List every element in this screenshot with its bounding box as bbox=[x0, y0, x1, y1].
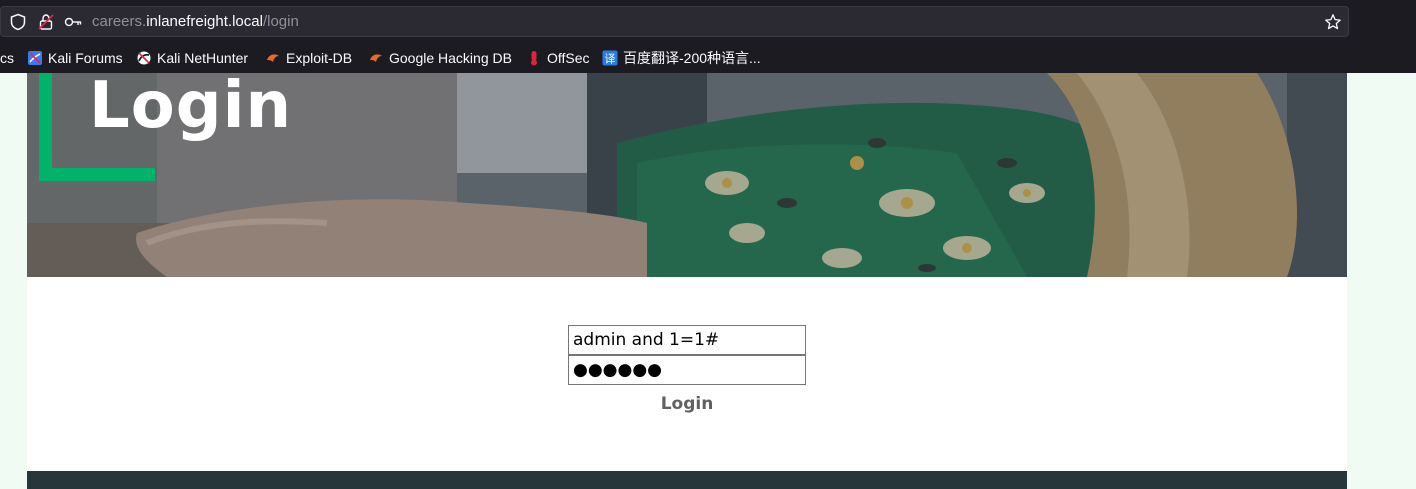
url-bar[interactable]: careers.inlanefreight.local/login bbox=[0, 6, 1349, 37]
baidu-translate-icon: 译 bbox=[602, 50, 618, 66]
offsec-icon bbox=[531, 51, 537, 66]
page-content: Login admin and 1=1# ●●●●●● Login bbox=[27, 73, 1347, 489]
bookmark-label: Kali Forums bbox=[48, 50, 123, 66]
bookmark-star-icon[interactable] bbox=[1324, 13, 1342, 31]
kali-forums-icon bbox=[28, 51, 42, 65]
ghdb-icon bbox=[370, 54, 382, 62]
browser-toolbar: careers.inlanefreight.local/login bbox=[0, 0, 1416, 42]
bookmark-label: Google Hacking DB bbox=[389, 50, 512, 66]
key-icon[interactable] bbox=[64, 13, 82, 31]
exploit-db-icon bbox=[267, 54, 279, 62]
bookmark-baidu-translate[interactable]: 译 百度翻译-200种语言... bbox=[602, 48, 761, 68]
bookmark-label: Exploit-DB bbox=[286, 50, 353, 66]
bookmark-kali-nethunter[interactable]: Kali NetHunter bbox=[136, 48, 248, 68]
insecure-lock-icon[interactable] bbox=[37, 13, 55, 31]
bookmarks-toolbar: cs Kali Forums Kali NetHunter Exploit-DB… bbox=[0, 42, 1416, 73]
bookmark-google-hacking-db[interactable]: Google Hacking DB bbox=[368, 48, 512, 68]
svg-text:译: 译 bbox=[605, 53, 616, 66]
url-path: /login bbox=[262, 13, 299, 30]
title-accent-horizontal bbox=[39, 168, 155, 181]
title-accent-vertical bbox=[39, 73, 52, 181]
bookmark-kali-forums[interactable]: Kali Forums bbox=[27, 48, 123, 68]
password-input[interactable]: ●●●●●● bbox=[568, 355, 806, 385]
username-input[interactable]: admin and 1=1# bbox=[568, 325, 806, 355]
login-form: admin and 1=1# ●●●●●● Login bbox=[568, 325, 806, 414]
bookmark-label: 百度翻译-200种语言... bbox=[623, 50, 761, 66]
bookmark-cs[interactable]: cs bbox=[0, 48, 14, 68]
url-domain: inlanefreight.local bbox=[146, 13, 263, 30]
hero-banner: Login bbox=[27, 73, 1347, 277]
shield-icon[interactable] bbox=[9, 13, 27, 31]
url-text[interactable]: careers.inlanefreight.local/login bbox=[92, 13, 299, 30]
bookmark-label: cs bbox=[0, 50, 14, 66]
footer bbox=[27, 471, 1347, 489]
login-button[interactable]: Login bbox=[647, 394, 727, 414]
bookmark-exploit-db[interactable]: Exploit-DB bbox=[265, 48, 352, 68]
bookmark-label: OffSec bbox=[547, 50, 590, 66]
bookmark-label: Kali NetHunter bbox=[157, 50, 249, 66]
url-subdomain: careers. bbox=[92, 13, 147, 30]
page-title: Login bbox=[89, 73, 293, 143]
kali-nethunter-icon bbox=[137, 51, 151, 65]
bookmark-offsec[interactable]: OffSec bbox=[526, 48, 590, 68]
